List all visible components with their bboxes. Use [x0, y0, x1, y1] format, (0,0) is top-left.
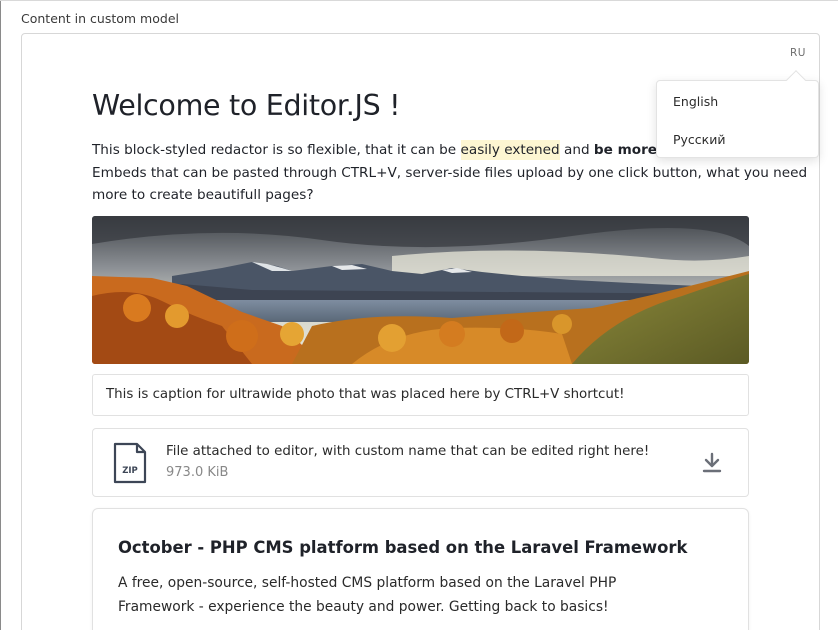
editor-paragraph[interactable]: This block-styled redactor is so flexibl…	[92, 139, 808, 207]
link-description-line: A free, open-source, self-hosted CMS pla…	[118, 575, 617, 591]
landscape-photo[interactable]	[92, 216, 749, 364]
paragraph-text: This block-styled redactor is so flexibl…	[92, 142, 461, 158]
paragraph-line-1: This block-styled redactor is so flexibl…	[92, 139, 752, 162]
marker-highlight: easily extened	[460, 140, 560, 160]
section-label: Content in custom model	[21, 11, 179, 26]
file-size: 973.0 KiB	[166, 465, 229, 480]
zip-file-icon: ZIP	[113, 442, 147, 484]
window-top-edge	[0, 0, 838, 1]
editor-title[interactable]: Welcome to Editor.JS !	[92, 89, 401, 122]
link-description: A free, open-source, self-hosted CMS pla…	[118, 571, 638, 619]
window-edge	[0, 0, 1, 630]
paragraph-line-3: more to create beautifull pages?	[92, 187, 314, 203]
language-menu: English Русский	[656, 80, 819, 158]
link-description-line: Framework - experience the beauty and po…	[118, 599, 609, 615]
language-option-russian[interactable]: Русский	[673, 132, 725, 147]
language-toggle[interactable]: RU	[790, 47, 806, 59]
landscape-photo-image	[92, 216, 749, 364]
paragraph-line-2: Embeds that can be pasted through CTRL+V…	[92, 164, 808, 181]
language-option-english[interactable]: English	[673, 94, 718, 109]
link-preview-card[interactable]: October - PHP CMS platform based on the …	[92, 508, 749, 630]
download-icon[interactable]	[702, 452, 722, 474]
link-title[interactable]: October - PHP CMS platform based on the …	[118, 538, 687, 557]
paragraph-text: and	[559, 142, 594, 158]
image-caption-input[interactable]: This is caption for ultrawide photo that…	[92, 374, 749, 416]
file-title[interactable]: File attached to editor, with custom nam…	[166, 444, 649, 459]
file-attachment: ZIP File attached to editor, with custom…	[92, 428, 749, 497]
zip-file-label: ZIP	[122, 466, 138, 476]
